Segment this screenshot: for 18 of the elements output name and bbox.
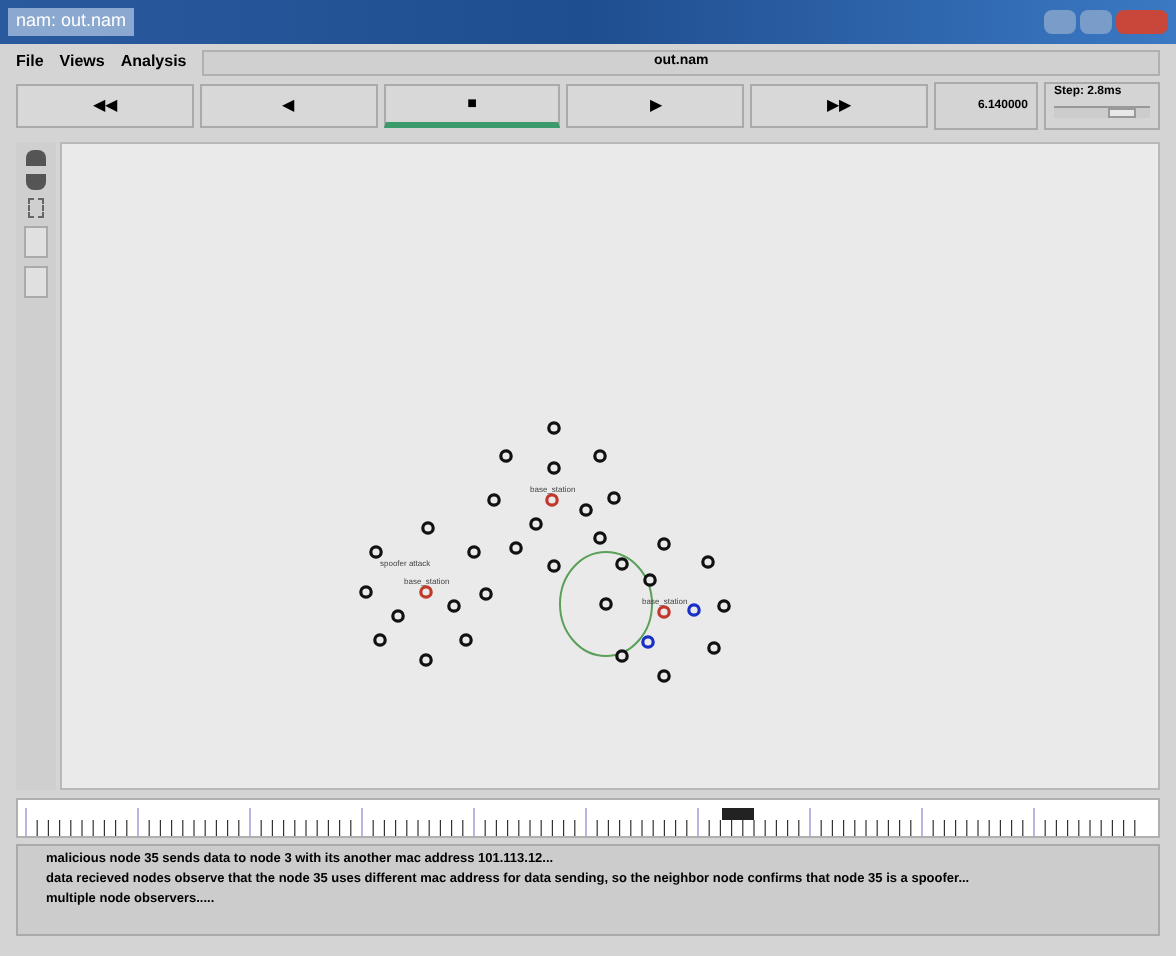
minimize-button[interactable] bbox=[1044, 10, 1076, 34]
maximize-button[interactable] bbox=[1080, 10, 1112, 34]
playback-button[interactable]: ▶ bbox=[566, 84, 745, 128]
playback-button[interactable]: ▶▶ bbox=[750, 84, 928, 128]
window-title: nam: out.nam bbox=[8, 8, 135, 36]
zoom-in-icon[interactable] bbox=[26, 150, 46, 166]
tool-button[interactable] bbox=[24, 266, 48, 298]
playback-button[interactable]: ■ bbox=[383, 84, 561, 128]
timeline[interactable] bbox=[16, 798, 1160, 838]
menu-item[interactable]: File bbox=[16, 50, 44, 74]
menu-item[interactable]: Views bbox=[59, 50, 105, 74]
step-slider-thumb[interactable] bbox=[1107, 108, 1136, 118]
tool-button[interactable] bbox=[24, 226, 48, 258]
grid-icon[interactable] bbox=[28, 198, 44, 218]
menu-item[interactable]: Analysis bbox=[120, 50, 187, 74]
playback-button[interactable]: ◀◀ bbox=[16, 84, 194, 128]
playback-button[interactable]: ◀ bbox=[199, 84, 378, 128]
zoom-out-icon[interactable] bbox=[26, 174, 46, 190]
